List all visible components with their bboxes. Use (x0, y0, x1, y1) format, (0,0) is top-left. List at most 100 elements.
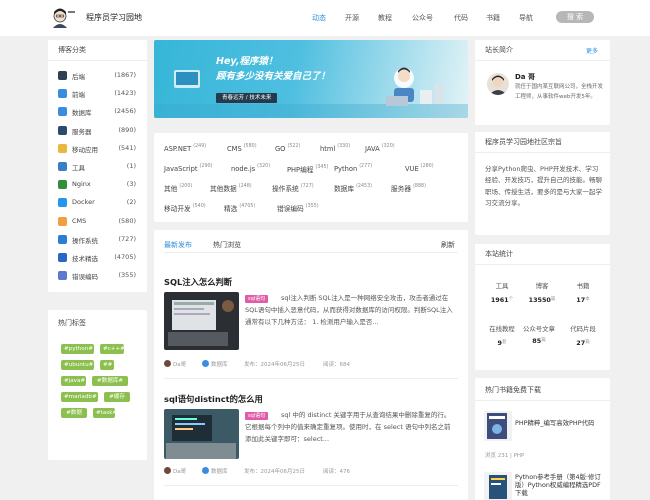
keyword-link[interactable]: 精选 (4705) (224, 203, 255, 213)
keyword-link[interactable]: 移动开发 (540) (164, 203, 206, 213)
divider (475, 60, 610, 61)
category-icon (58, 180, 67, 190)
tag-empty[interactable]: ## (100, 360, 114, 370)
stat-wechat-articles[interactable]: 公众号文章 85篇 (519, 324, 559, 345)
keyword-link[interactable]: Python (277) (334, 164, 372, 173)
book-cover[interactable] (484, 472, 512, 500)
category-icon (58, 71, 67, 80)
category-label: 操作系统 (72, 236, 98, 245)
keyword-link[interactable]: html (330) (320, 144, 350, 153)
divider (475, 400, 610, 401)
keyword-cloud-card: ASP.NET (249) CMS (580) GO (522) html (330) JAVA… (154, 133, 468, 222)
category-item[interactable]: CMS (580) (58, 216, 136, 228)
category-item[interactable]: Nginx (3) (58, 179, 136, 191)
tab-hot[interactable]: 热门浏览 (213, 240, 241, 250)
tag-java[interactable]: #java# (61, 376, 86, 386)
divider (48, 60, 147, 61)
category-item[interactable]: 数据库 (2456) (58, 106, 136, 118)
article-date: 发布：2024年06月25日 (244, 362, 305, 368)
tag-mariadb[interactable]: #mariadb# (61, 392, 98, 402)
keyword-link[interactable]: CMS (580) (227, 144, 257, 153)
category-icon (58, 234, 67, 244)
tag-cpp[interactable]: #c++# (100, 344, 125, 354)
keyword-link[interactable]: 其他数据 (248) (210, 183, 252, 193)
keyword-link[interactable]: JavaScript (290) (164, 164, 212, 173)
site-logo[interactable] (50, 8, 78, 28)
tag-database[interactable]: #数据库# (92, 376, 128, 386)
keyword-link[interactable]: 服务器 (888) (391, 183, 426, 193)
nav-item-tutorials[interactable]: 教程 (378, 13, 392, 23)
keyword-link[interactable]: ASP.NET (249) (164, 144, 206, 153)
divider (475, 264, 610, 265)
category-item[interactable]: 移动应用 (541) (58, 143, 136, 155)
article-author[interactable]: Da哥 (173, 469, 186, 475)
category-item[interactable]: 技术精选 (4705) (58, 252, 136, 264)
book-meta: 浏览 231 | PHP (485, 453, 525, 459)
divider (475, 152, 610, 153)
stats-title: 本站统计 (485, 250, 513, 258)
book-title[interactable]: PHP精粹_编写高效PHP代码 (515, 419, 603, 427)
category-label: Docker (72, 198, 95, 207)
category-icon (58, 143, 67, 153)
author-avatar-icon (164, 360, 171, 367)
keyword-link[interactable]: 错误编码 (355) (277, 203, 319, 213)
refresh-button[interactable]: 刷新 (441, 240, 455, 250)
article-category[interactable]: 数据库 (211, 469, 228, 475)
keyword-link[interactable]: 操作系统 (727) (272, 183, 314, 193)
article-title[interactable]: SQL注入怎么判断 (164, 276, 232, 288)
owner-avatar[interactable] (487, 73, 509, 95)
owner-more-link[interactable]: 更多 (586, 46, 598, 55)
category-item[interactable]: 错误编码 (355) (58, 270, 136, 282)
tag-python[interactable]: #python# (61, 344, 94, 354)
stat-blogs[interactable]: 博客 13550篇 (519, 281, 565, 304)
keyword-link[interactable]: node.js (320) (231, 164, 270, 173)
divider (164, 485, 458, 486)
category-item[interactable]: Docker (2) (58, 197, 136, 209)
keyword-link[interactable]: 数据库 (2453) (334, 183, 372, 193)
nav-item-code[interactable]: 代码 (454, 13, 468, 23)
search-button[interactable]: 搜 索 (556, 11, 594, 23)
category-count: (3) (126, 180, 136, 189)
keyword-link[interactable]: VUE (280) (405, 164, 434, 173)
nav-item-wechat[interactable]: 公众号 (412, 13, 433, 23)
site-header: 程序员学习园地 动态 开源 教程 公众号 代码 书籍 导航 搜 索 (0, 0, 650, 36)
category-item[interactable]: 服务器 (890) (58, 125, 136, 137)
banner-subline: 顾有多少没有关爱自己了！ (216, 71, 331, 82)
tab-latest[interactable]: 最新发布 (164, 240, 192, 250)
site-title[interactable]: 程序员学习园地 (86, 12, 142, 23)
category-count: (1) (126, 162, 136, 170)
article-author[interactable]: Da哥 (173, 362, 186, 368)
stat-snippets[interactable]: 代码片段 27篇 (560, 324, 606, 347)
keyword-link[interactable]: JAVA (320) (365, 144, 395, 153)
tag-cache[interactable]: #缓存# (104, 392, 130, 410)
category-item[interactable]: 后端 (1867) (58, 70, 136, 82)
keyword-link[interactable]: 其他 (200) (164, 183, 192, 193)
tag-task[interactable]: #task# (93, 408, 117, 418)
hot-tags-card: 热门标签 #python# #c++# #ubuntu# ## #java# #… (48, 310, 147, 460)
category-icon (58, 198, 67, 208)
stat-books[interactable]: 书籍 17本 (560, 281, 606, 304)
keyword-link[interactable]: GO (522) (275, 144, 300, 153)
category-icon (58, 253, 67, 262)
nav-item-dynamic[interactable]: 动态 (312, 13, 326, 23)
promo-banner[interactable]: Hey,程序猿！ 顾有多少没有关爱自己了！ 青春远芳 / 技术未来 (154, 40, 468, 118)
category-item[interactable]: 工具 (1) (58, 161, 136, 173)
article-excerpt: sql 中的 distinct 关键字用于从查询结果中删除重复的行。它根据每个列… (245, 411, 451, 444)
keyword-link[interactable]: PHP编程 (345) (287, 164, 328, 174)
article-thumbnail[interactable] (164, 409, 239, 459)
article-title[interactable]: sql语句distinct的怎么用 (164, 393, 263, 405)
article-excerpt: sql注入判断 SQL注入是一种网络安全攻击，攻击者通过在SQL语句中插入恶意代… (245, 294, 453, 327)
nav-item-opensource[interactable]: 开源 (345, 13, 359, 23)
category-item[interactable]: 前端 (1423) (58, 88, 136, 100)
article-thumbnail[interactable] (164, 292, 239, 350)
tag-ubuntu[interactable]: #ubuntu# (61, 360, 94, 370)
nav-item-books[interactable]: 书籍 (486, 13, 500, 23)
book-title[interactable]: Python参考手册（第4版·修订版）Python权威编程精选PDF下载 (515, 473, 603, 497)
nav-item-navigation[interactable]: 导航 (519, 13, 533, 23)
tag-data[interactable]: #数据# (61, 408, 87, 426)
blog-categories-title: 博客分类 (58, 46, 86, 54)
category-icon (202, 360, 209, 367)
book-cover[interactable] (484, 411, 512, 441)
article-category[interactable]: 数据库 (211, 362, 228, 368)
category-item[interactable]: 操作系统 (727) (58, 234, 136, 246)
